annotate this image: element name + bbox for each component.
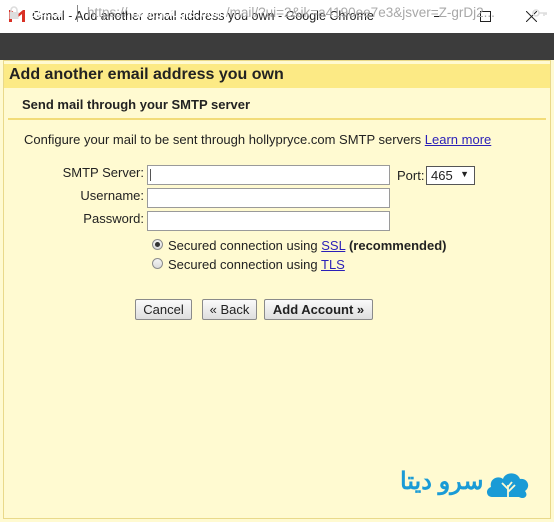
username-input[interactable] — [147, 188, 390, 208]
page-title: Add another email address you own — [9, 66, 284, 83]
tree-logo-icon — [486, 473, 529, 499]
watermark-text: سرو دیتا — [400, 468, 484, 495]
key-icon[interactable] — [532, 7, 548, 19]
text-cursor — [150, 169, 151, 181]
section-divider — [8, 118, 546, 120]
port-value: 465 — [431, 168, 453, 183]
learn-more-link[interactable]: Learn more — [425, 132, 491, 147]
url-host: mail.google.com — [127, 5, 226, 20]
intro-text: Configure your mail to be sent through h… — [24, 132, 491, 147]
cancel-button[interactable]: Cancel — [135, 299, 192, 320]
smtp-server-label: SMTP Server: — [62, 165, 144, 180]
address-bar[interactable] — [0, 33, 554, 60]
ssl-option-label: Secured connection using SSL (recommende… — [168, 238, 446, 253]
url-path: /mail/?ui=2&ik=a4190ee7e3&jsver=Z-grDj2.… — [225, 5, 495, 20]
back-button[interactable]: « Back — [202, 299, 257, 320]
address-separator — [77, 5, 78, 22]
dropdown-arrow-icon: ▼ — [460, 169, 469, 179]
secure-label: Secure — [28, 5, 71, 20]
tls-radio[interactable] — [152, 258, 163, 269]
lock-icon — [9, 6, 19, 19]
password-label: Password: — [83, 211, 144, 226]
url-text[interactable]: https://mail.google.com/mail/?ui=2&ik=a4… — [87, 5, 527, 20]
username-label: Username: — [80, 188, 144, 203]
smtp-server-input[interactable] — [147, 165, 390, 185]
section-title: Send mail through your SMTP server — [22, 97, 251, 112]
tls-link[interactable]: TLS — [321, 257, 345, 272]
tls-option-label: Secured connection using TLS — [168, 257, 345, 272]
page-border — [3, 60, 551, 519]
tls-prefix: Secured connection using — [168, 257, 318, 272]
ssl-radio[interactable] — [152, 239, 163, 250]
port-select[interactable]: 465 ▼ — [426, 166, 475, 185]
password-input[interactable] — [147, 211, 390, 231]
ssl-prefix: Secured connection using — [168, 238, 318, 253]
ssl-recommended: (recommended) — [348, 238, 447, 253]
url-scheme: https:// — [87, 5, 128, 20]
add-account-button[interactable]: Add Account » — [264, 299, 373, 320]
ssl-link[interactable]: SSL — [321, 238, 345, 253]
intro-message: Configure your mail to be sent through h… — [24, 132, 422, 147]
port-label: Port: — [397, 168, 425, 183]
